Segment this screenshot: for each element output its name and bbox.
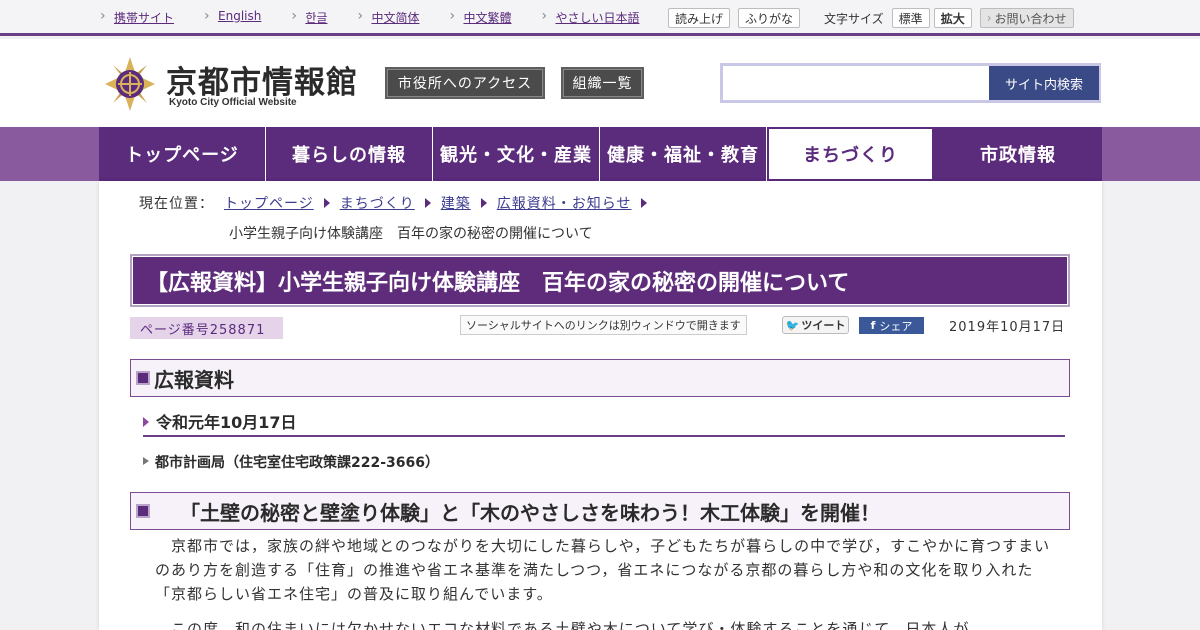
utility-tools: 読み上げ ふりがな 文字サイズ 標準 拡大 › お問い合わせ xyxy=(668,8,1074,28)
contact-label: お問い合わせ xyxy=(994,11,1067,26)
logo-subtitle: Kyoto City Official Website xyxy=(169,97,297,108)
heading-event-text: 「土壁の秘密と壁塗り体験」と「木のやさしさを味わう！木工体験」を開催！ xyxy=(180,500,880,525)
font-standard-button[interactable]: 標準 xyxy=(891,8,930,28)
main-content: 現在位置： トップページ まちづくり 建築 広報資料・お知らせ 小学生親子向け体… xyxy=(99,181,1102,630)
site-search: サイト内検索 xyxy=(720,63,1101,103)
heading-date: 令和元年10月17日 xyxy=(143,407,1065,437)
nav-city-planning[interactable]: まちづくり xyxy=(767,127,934,181)
breadcrumb-arrow-icon xyxy=(480,198,487,208)
link-easy-japanese[interactable]: やさしい日本語 xyxy=(541,8,639,26)
kyoto-emblem-icon xyxy=(105,57,155,111)
breadcrumb-arrow-icon xyxy=(641,198,648,208)
logo-title: 京都市情報館 xyxy=(166,65,358,101)
search-button[interactable]: サイト内検索 xyxy=(989,66,1099,100)
search-input[interactable] xyxy=(723,66,987,100)
chevron-right-icon: › xyxy=(986,11,992,25)
nav-health-welfare-education[interactable]: 健康・福祉・教育 xyxy=(600,127,767,181)
breadcrumb-top-page[interactable]: トップページ xyxy=(224,193,314,213)
facebook-share-button[interactable]: f シェア xyxy=(859,317,924,334)
square-bullet-icon xyxy=(136,371,150,385)
heading-event: 「土壁の秘密と壁塗り体験」と「木のやさしさを味わう！木工体験」を開催！ xyxy=(130,492,1070,530)
link-chinese-traditional[interactable]: 中文繁體 xyxy=(449,8,511,26)
link-mobile-site[interactable]: 携帯サイト xyxy=(100,8,174,26)
nav-tourism-culture-industry[interactable]: 観光・文化・産業 xyxy=(433,127,600,181)
article-paragraph: 京都市では，家族の絆や地域とのつながりを大切にした暮らしや，子どもたちが暮らしの… xyxy=(155,537,1051,603)
breadcrumb-city-planning[interactable]: まちづくり xyxy=(340,193,415,213)
city-hall-access-button[interactable]: 市役所へのアクセス xyxy=(385,67,545,99)
site-logo[interactable]: 京都市情報館 Kyoto City Official Website xyxy=(103,55,363,113)
tweet-label: ツイート xyxy=(801,319,846,332)
contact-button[interactable]: › お問い合わせ xyxy=(979,8,1074,28)
utility-bar: 携帯サイト English 한글 中文简体 中文繁體 やさしい日本語 読み上げ … xyxy=(0,0,1200,36)
facebook-icon: f xyxy=(870,319,876,332)
twitter-bird-icon: 🐦 xyxy=(785,318,800,332)
site-header: 京都市情報館 Kyoto City Official Website 市役所への… xyxy=(0,39,1200,127)
organization-list-button[interactable]: 組織一覧 xyxy=(561,67,644,99)
publish-date: 2019年10月17日 xyxy=(949,320,1066,335)
heading-department: 都市計画局（住宅室住宅政策課222-3666） xyxy=(143,452,439,472)
breadcrumb-architecture[interactable]: 建築 xyxy=(441,193,471,213)
breadcrumb-arrow-icon xyxy=(424,198,431,208)
square-bullet-icon xyxy=(136,504,150,518)
link-korean[interactable]: 한글 xyxy=(291,8,327,26)
breadcrumb-label: 現在位置： xyxy=(139,196,214,212)
font-size-label: 文字サイズ xyxy=(824,11,884,26)
tweet-button[interactable]: 🐦 ツイート xyxy=(782,316,849,334)
font-large-button[interactable]: 拡大 xyxy=(933,8,972,28)
share-label: シェア xyxy=(879,319,913,333)
read-aloud-button[interactable]: 読み上げ xyxy=(668,8,731,28)
link-chinese-simplified[interactable]: 中文简体 xyxy=(357,8,419,26)
page-number: ページ番号258871 xyxy=(130,317,283,339)
heading-press-release-text: 広報資料 xyxy=(154,367,234,392)
furigana-button[interactable]: ふりがな xyxy=(738,8,801,28)
page-title: 【広報資料】小学生親子向け体験講座 百年の家の秘密の開催について xyxy=(130,254,1070,307)
global-nav: トップページ 暮らしの情報 観光・文化・産業 健康・福祉・教育 まちづくり 市政… xyxy=(99,127,1102,181)
breadcrumb: 現在位置： トップページ まちづくり 建築 広報資料・お知らせ xyxy=(139,193,657,213)
link-english[interactable]: English xyxy=(204,8,261,26)
nav-city-government[interactable]: 市政情報 xyxy=(934,127,1102,181)
social-link-note: ソーシャルサイトへのリンクは別ウィンドウで開きます xyxy=(460,315,747,335)
heading-press-release: 広報資料 xyxy=(130,359,1070,397)
language-links: 携帯サイト English 한글 中文简体 中文繁體 やさしい日本語 xyxy=(100,8,670,26)
breadcrumb-current: 小学生親子向け体験講座 百年の家の秘密の開催について xyxy=(229,226,593,242)
nav-top-page[interactable]: トップページ xyxy=(99,127,266,181)
breadcrumb-press-releases[interactable]: 広報資料・お知らせ xyxy=(497,193,632,213)
nav-living[interactable]: 暮らしの情報 xyxy=(266,127,433,181)
breadcrumb-arrow-icon xyxy=(323,198,330,208)
article-paragraph: この度，和の住まいには欠かせないエコな材料である土壁や木について学び・体験するこ… xyxy=(155,620,970,630)
